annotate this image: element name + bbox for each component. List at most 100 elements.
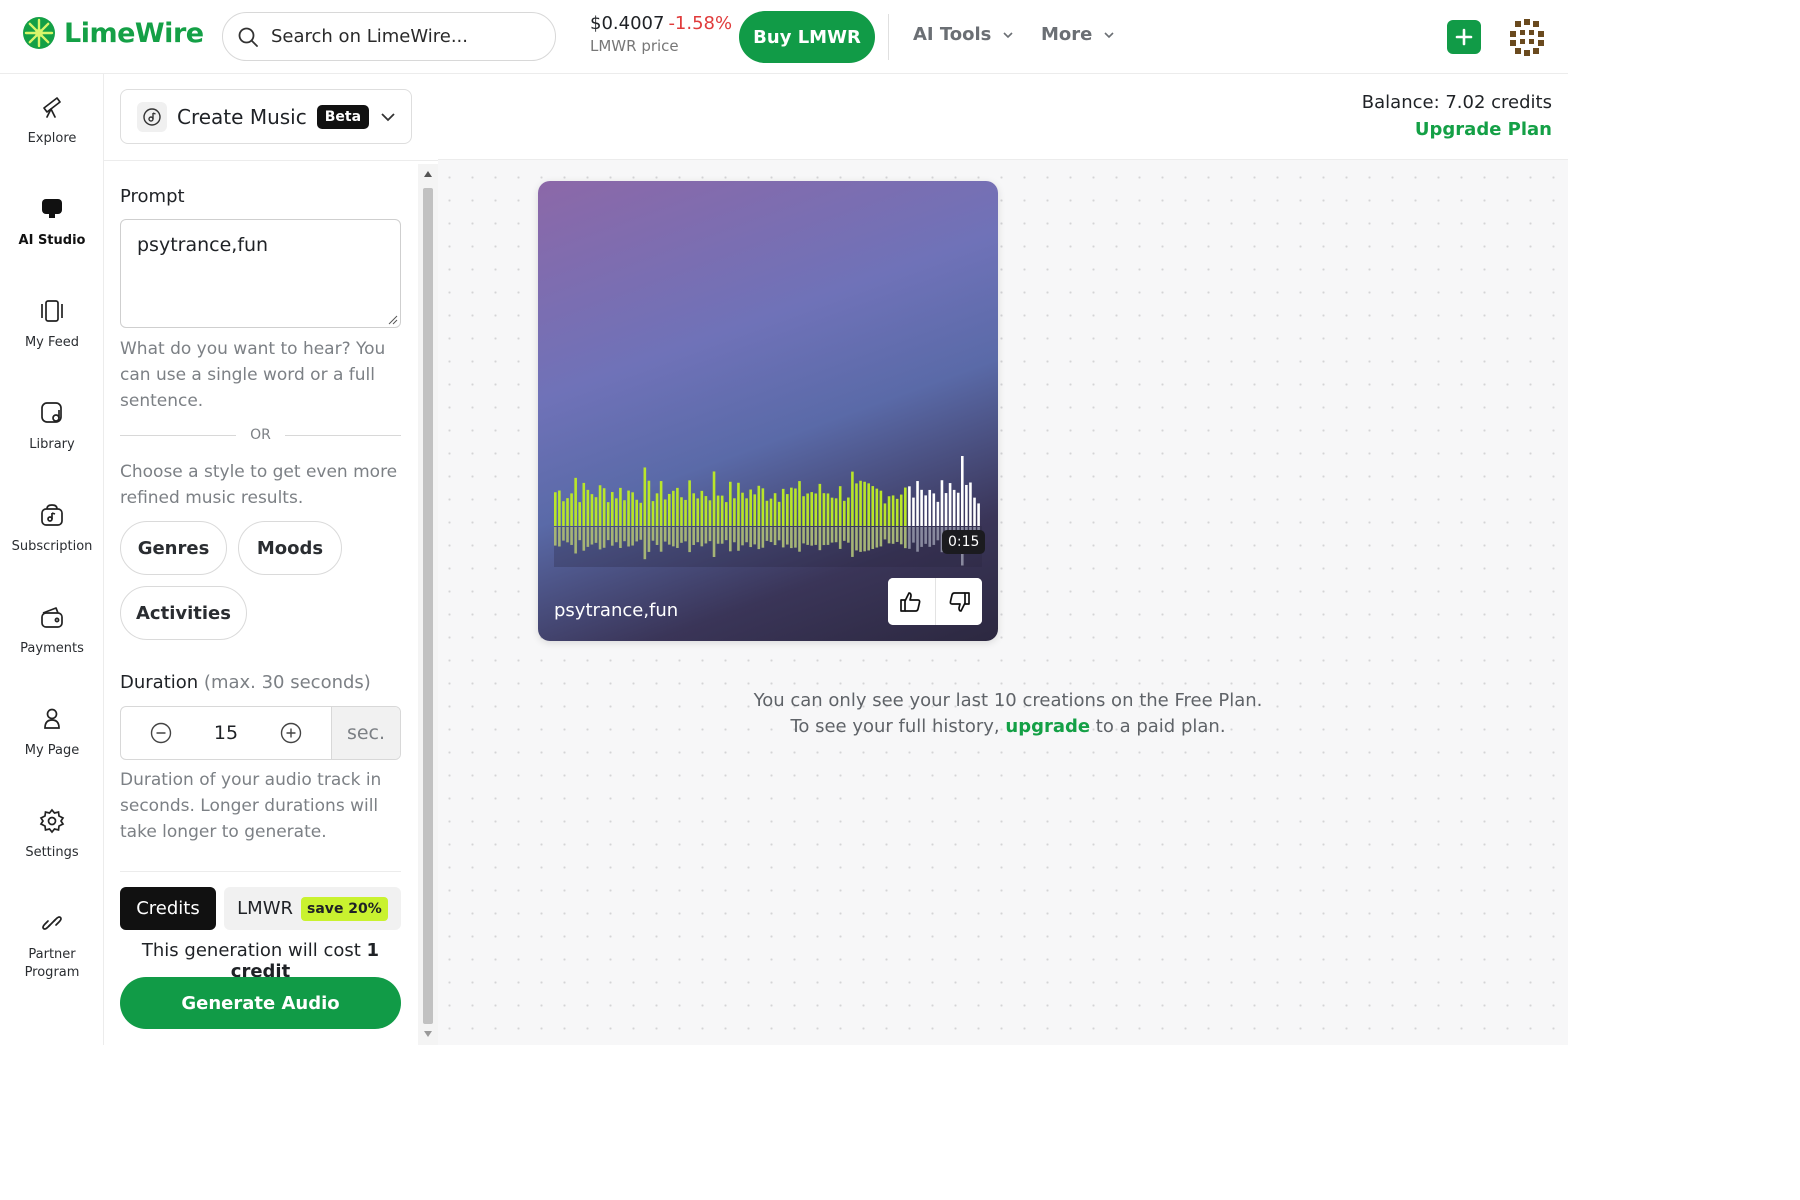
limewire-logo[interactable]: LimeWire [22, 16, 204, 50]
waveform-bar [672, 490, 675, 526]
rail-item-library[interactable]: Library [0, 400, 104, 454]
rail-item-my-feed[interactable]: My Feed [0, 298, 104, 352]
rail-label-subscription: Subscription [11, 539, 93, 554]
rail-label-my-page: My Page [24, 743, 80, 758]
like-button[interactable] [888, 578, 935, 625]
waveform-bar [708, 500, 712, 526]
generation-cost: This generation will cost 1 credit [120, 940, 401, 982]
waveform-bar [680, 497, 683, 526]
tool-selector[interactable]: Create Music Beta [120, 89, 412, 144]
search-bar[interactable] [222, 12, 556, 61]
duration-help-text: Duration of your audio track in seconds.… [120, 770, 382, 842]
buy-lmwr-button[interactable]: Buy LMWR [739, 11, 875, 63]
pay-with-credits-button[interactable]: Credits [120, 887, 216, 930]
scroll-down-icon[interactable] [423, 1030, 433, 1038]
waveform-bar [578, 502, 582, 526]
waveform-bar [785, 494, 789, 526]
waveform-bar [615, 498, 618, 526]
pay-lmwr-label: LMWR [237, 898, 294, 919]
upgrade-plan-link[interactable]: Upgrade Plan [1415, 119, 1552, 140]
rail-item-my-page[interactable]: My Page [0, 706, 104, 760]
thumbs-down-icon [949, 591, 970, 612]
rail-item-subscription[interactable]: Subscription [0, 502, 104, 556]
waveform-shade [554, 526, 982, 567]
creations-canvas: Balance: 7.02 credits Upgrade Plan 0:15 … [438, 74, 1568, 1045]
user-avatar[interactable] [1506, 16, 1548, 58]
waveform-bar [761, 488, 765, 526]
panel-divider [104, 160, 438, 161]
dislike-button[interactable] [934, 578, 982, 625]
style-help-text: Choose a style to get even more refined … [120, 462, 398, 508]
search-input[interactable] [271, 26, 531, 47]
increase-duration-button[interactable] [279, 721, 303, 745]
waveform-bar [655, 493, 659, 526]
waveform-bar [570, 493, 573, 526]
music-disc-icon [137, 101, 167, 132]
waveform-bar [562, 501, 565, 526]
waveform-bar [912, 497, 915, 526]
search-icon [238, 27, 258, 47]
duration-input[interactable] [196, 722, 256, 744]
waveform-bar [855, 483, 858, 526]
waveform-bar [667, 493, 671, 526]
pay-with-lmwr-button[interactable]: LMWR save 20% [224, 887, 401, 930]
generate-audio-button[interactable]: Generate Audio [120, 977, 401, 1029]
waveform-bar [700, 490, 704, 526]
prompt-help-text: What do you want to hear? You can use a … [120, 339, 386, 411]
rail-item-payments[interactable]: Payments [0, 604, 104, 658]
menu-ai-tools[interactable]: AI Tools [913, 24, 1015, 45]
waveform-bar [928, 489, 932, 526]
rail-item-ai-studio[interactable]: AI Studio [0, 196, 104, 250]
panel-divider [120, 871, 401, 872]
tool-label: Create Music [177, 104, 307, 129]
waveform-bar [582, 482, 586, 526]
duration-label: Duration (max. 30 seconds) [120, 672, 371, 693]
track-card[interactable]: 0:15 psytrance,fun [538, 181, 998, 641]
waveform-bar [712, 471, 716, 526]
waveform-bar [859, 480, 862, 526]
waveform-bar [554, 492, 557, 526]
waveform-bar [887, 496, 891, 526]
waveform-bar [904, 487, 907, 526]
genres-chip[interactable]: Genres [120, 521, 227, 575]
chevron-down-icon [1003, 31, 1013, 38]
rail-item-settings[interactable]: Settings [0, 808, 104, 862]
moods-chip[interactable]: Moods [238, 521, 342, 575]
decrease-duration-button[interactable] [149, 721, 173, 745]
rail-label-ai-studio: AI Studio [18, 233, 86, 248]
waveform-bar [871, 486, 875, 526]
upgrade-link[interactable]: upgrade [1005, 716, 1090, 737]
cost-prefix: This generation will cost [141, 940, 367, 961]
duration-label-main: Duration [120, 672, 199, 693]
waveform-bar [606, 502, 610, 526]
create-button[interactable] [1447, 20, 1481, 54]
waveform-bar [806, 493, 809, 526]
scroll-up-icon[interactable] [423, 170, 433, 178]
menu-more[interactable]: More [1041, 24, 1116, 45]
waveform-bar [810, 492, 814, 526]
waveform-bar [684, 499, 687, 526]
rail-item-partner-program[interactable]: Partner Program [0, 910, 104, 982]
prompt-input[interactable]: psytrance,fun [120, 219, 401, 328]
or-divider: OR [120, 427, 401, 443]
scroll-thumb[interactable] [423, 188, 433, 1024]
waveform-bar [590, 494, 594, 526]
waveform-bar [610, 492, 614, 526]
left-nav-rail: Explore AI Studio My Feed Library Subscr… [0, 74, 104, 1045]
library-icon [41, 402, 62, 423]
plus-circle-icon [280, 722, 302, 744]
rail-label-payments: Payments [20, 641, 84, 656]
waveform-bar [639, 502, 643, 526]
credit-balance: Balance: 7.02 credits [1361, 92, 1552, 113]
rail-item-explore[interactable]: Explore [0, 94, 104, 148]
free-plan-note: You can only see your last 10 creations … [738, 688, 1278, 740]
panel-scrollbar[interactable] [418, 164, 438, 1045]
waveform-player[interactable] [554, 451, 982, 567]
activities-chip[interactable]: Activities [120, 586, 247, 640]
price-value: $0.4007 [590, 13, 665, 34]
rail-label-partner-program: Partner Program [24, 947, 80, 980]
waveform-bar [692, 493, 695, 526]
plus-icon [1455, 28, 1473, 46]
resize-grip-icon[interactable] [388, 315, 398, 325]
waveform-bar [961, 456, 964, 526]
